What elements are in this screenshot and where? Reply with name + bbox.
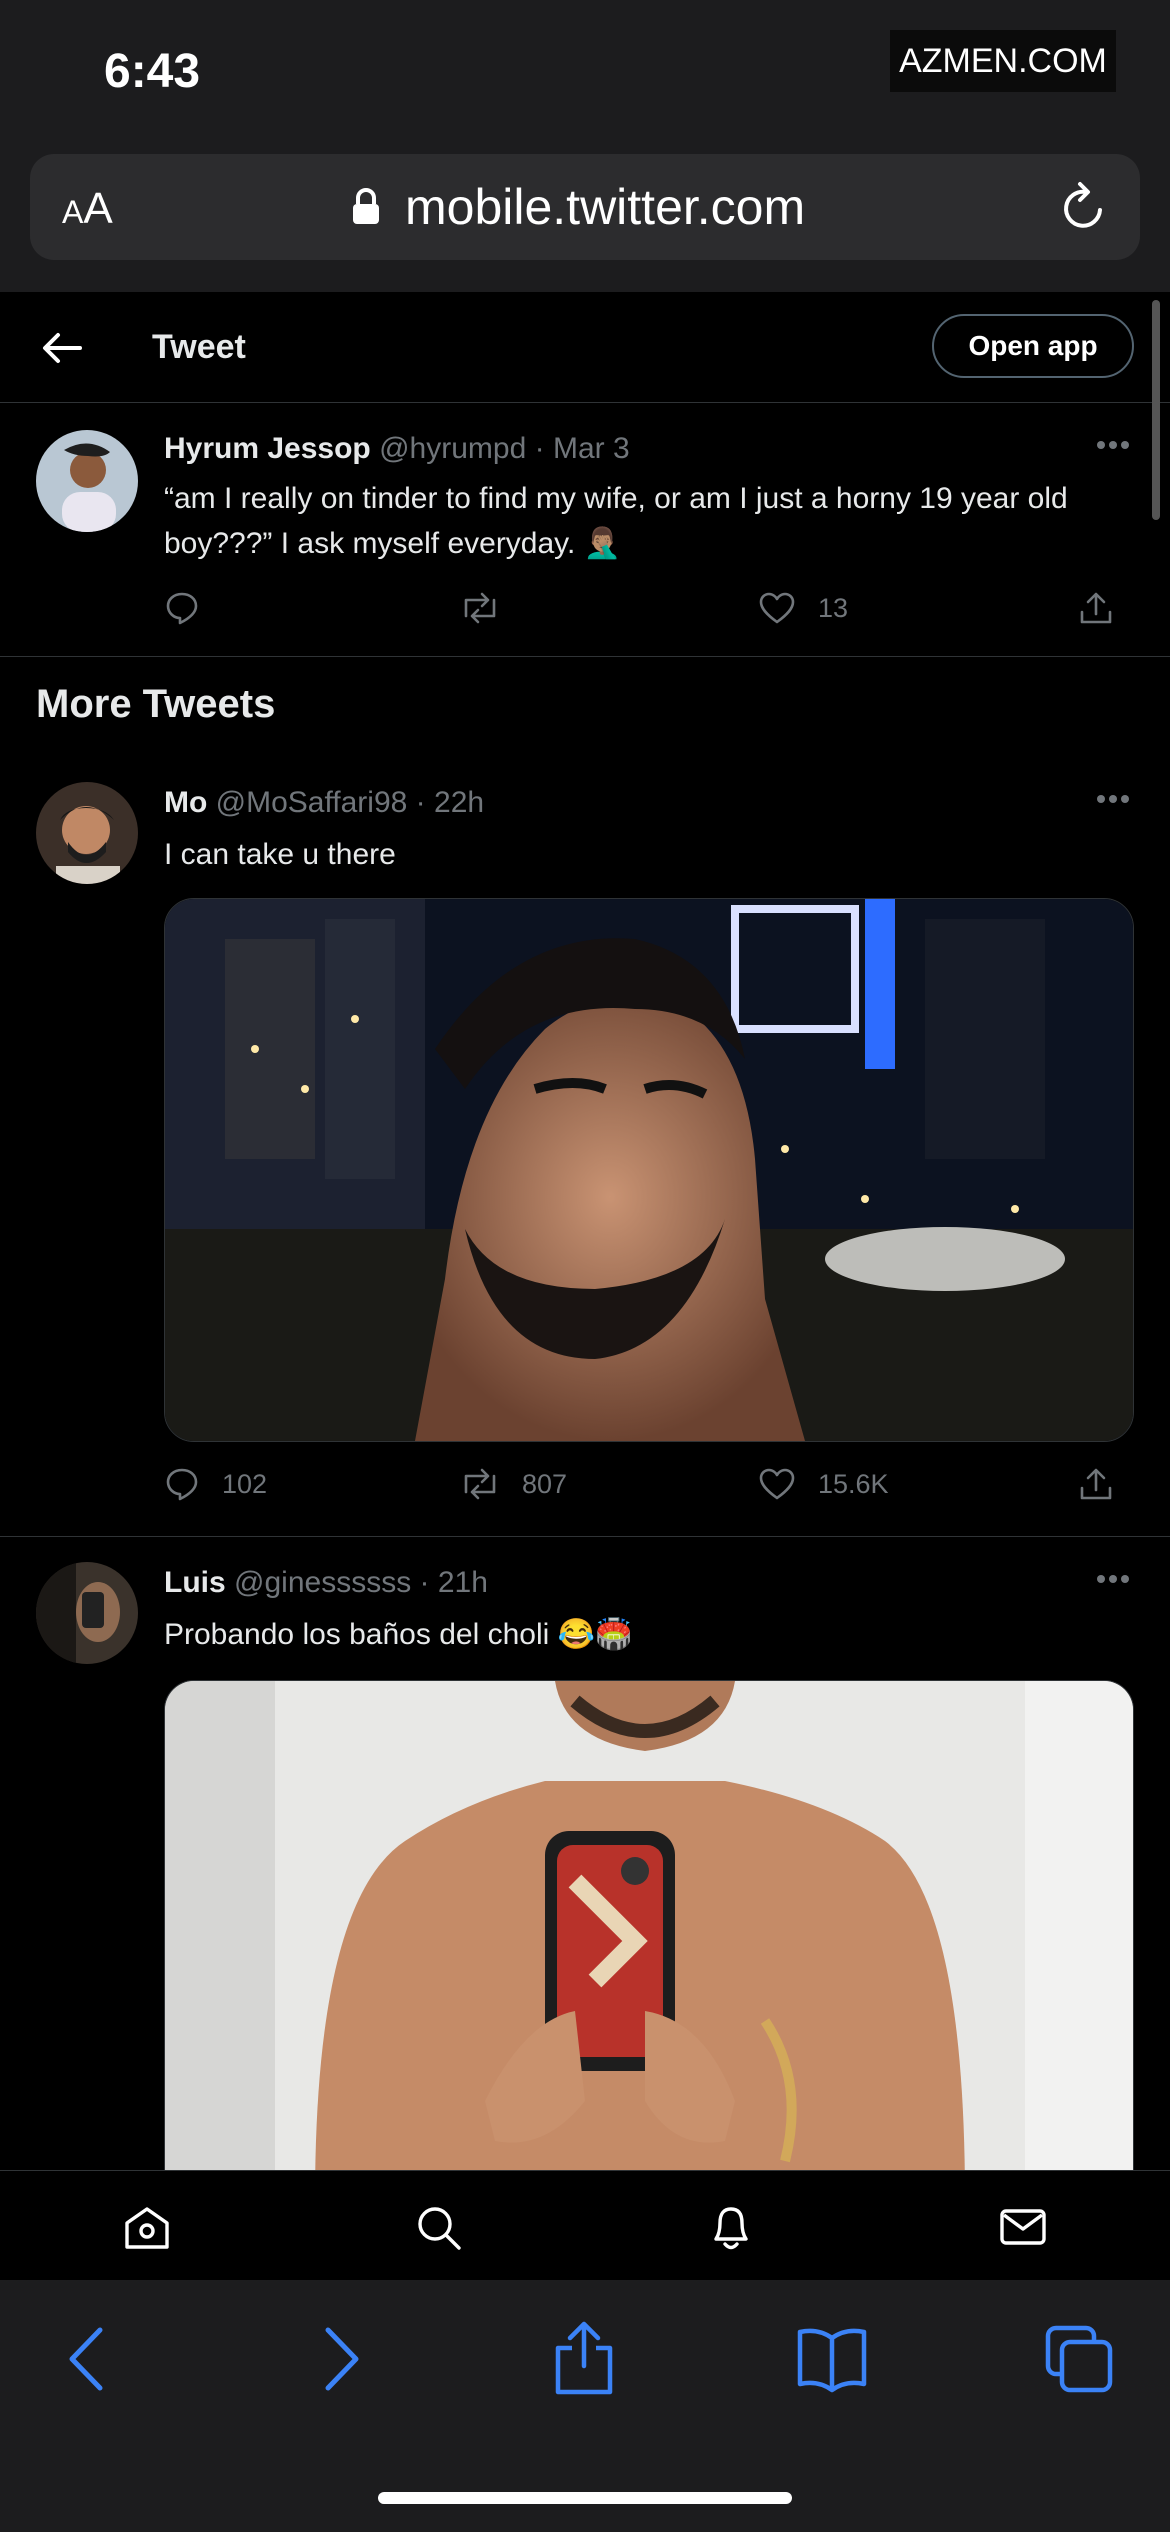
more-icon[interactable] [1096,440,1130,450]
like-count: 15.6K [818,1468,889,1499]
bookmarks-icon[interactable] [796,2324,868,2394]
heart-icon [758,591,796,625]
tweet-date[interactable]: Mar 3 [553,432,630,465]
tweet-text: Probando los baños del choli 😂🏟️ [164,1618,633,1651]
separator: · [411,1566,438,1599]
tweet-time[interactable]: 21h [438,1566,488,1599]
heart-icon [758,1467,796,1501]
reply-button[interactable] [164,588,200,628]
more-icon[interactable] [1096,1574,1130,1584]
page-title: Tweet [152,328,246,366]
more-tweets-heading: More Tweets [36,682,276,726]
home-icon[interactable] [122,2203,172,2251]
tweet-card[interactable]: Mo @MoSaffari98 · 22h I can take u there [0,756,1170,1537]
share-button[interactable] [1078,1464,1114,1504]
retweet-count: 807 [522,1468,568,1499]
reply-icon [164,590,200,626]
avatar[interactable] [36,1562,138,1664]
bell-icon[interactable] [706,2203,756,2253]
author-name[interactable]: Mo [164,786,207,819]
share-icon[interactable] [552,2320,616,2396]
author-name[interactable]: Hyrum Jessop [164,432,371,465]
author-handle[interactable]: @hyrumpd [379,432,526,465]
back-icon[interactable] [64,2324,112,2394]
watermark: AZMEN.COM [890,30,1116,92]
browser-top-bar: AA mobile.twitter.com [0,140,1170,292]
tweet-time[interactable]: 22h [434,786,484,819]
search-icon[interactable] [414,2203,464,2251]
text-size-button[interactable]: AA [62,184,113,234]
mail-icon[interactable] [998,2203,1048,2251]
retweet-icon [460,590,500,626]
avatar[interactable] [36,430,138,532]
home-indicator[interactable] [378,2492,792,2504]
reply-count: 102 [222,1468,268,1499]
share-icon [1078,590,1114,626]
tweet-text: “am I really on tinder to find my wife, … [164,482,1068,560]
like-button[interactable]: 15.6K [758,1464,889,1504]
address-bar[interactable]: AA mobile.twitter.com [30,154,1140,260]
tweet-card[interactable]: Luis @ginessssss · 21h Probando los baño… [0,1536,1170,2202]
forward-icon[interactable] [316,2324,364,2394]
retweet-button[interactable] [460,588,500,628]
tweet-photo[interactable] [164,1680,1134,2202]
like-count: 13 [818,592,849,623]
status-bar: 6:43 AZMEN.COM [0,0,1170,140]
like-button[interactable]: 13 [758,588,848,628]
separator: · [407,786,435,819]
back-arrow-icon[interactable] [40,330,84,366]
author-handle[interactable]: @MoSaffari98 [216,786,408,819]
open-app-button[interactable]: Open app [932,314,1134,378]
url-text[interactable]: mobile.twitter.com [405,178,805,236]
reload-icon[interactable] [1060,180,1110,234]
twitter-bottom-nav [0,2170,1170,2281]
reply-button[interactable]: 102 [164,1464,267,1504]
separator: · [526,432,553,465]
reply-icon [164,1466,200,1502]
retweet-button[interactable]: 807 [460,1464,567,1504]
share-button[interactable] [1078,588,1114,628]
tweet-text: I can take u there [164,838,396,871]
main-tweet[interactable]: Hyrum Jessop @hyrumpd · Mar 3 “am I real… [0,402,1170,657]
share-icon [1078,1466,1114,1502]
twitter-header: Tweet Open app [0,292,1170,403]
avatar[interactable] [36,782,138,884]
lock-icon [352,188,380,226]
author-handle[interactable]: @ginessssss [234,1566,411,1599]
more-icon[interactable] [1096,794,1130,804]
status-time: 6:43 [104,45,201,98]
tabs-icon[interactable] [1044,2324,1114,2394]
retweet-icon [460,1466,500,1502]
tweet-photo[interactable] [164,898,1134,1442]
author-name[interactable]: Luis [164,1566,226,1599]
